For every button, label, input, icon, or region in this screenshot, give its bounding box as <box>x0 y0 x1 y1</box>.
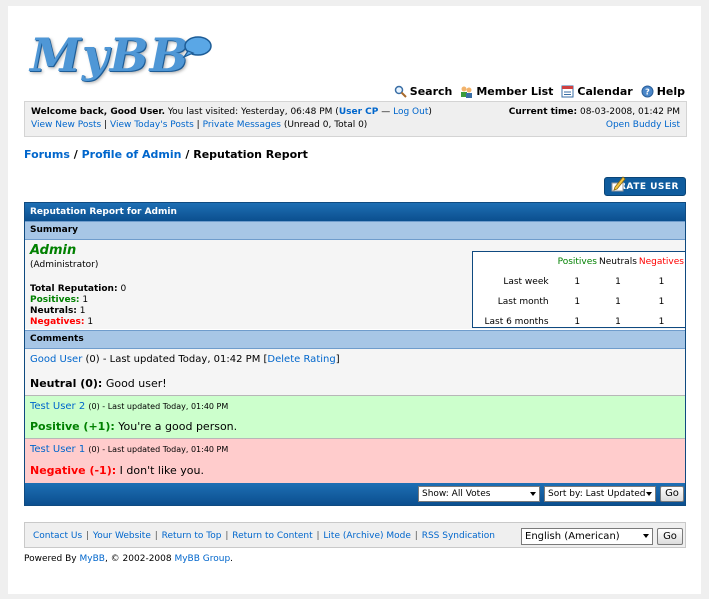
user-name[interactable]: Admin <box>30 243 76 258</box>
stats-row: Last month 1 1 1 <box>497 297 665 307</box>
current-time: Current time: 08-03-2008, 01:42 PM <box>508 107 680 117</box>
private-messages-link[interactable]: Private Messages <box>203 120 281 130</box>
rate-user-button[interactable]: RATE USER <box>604 176 686 196</box>
last-visited-text: You last visited: Yesterday, 06:48 PM ( <box>167 107 339 117</box>
log-out-link[interactable]: Log Out <box>393 107 428 117</box>
comment-text: I don't like you. <box>119 464 204 477</box>
rss-link[interactable]: RSS Syndication <box>422 531 495 541</box>
mybb-link[interactable]: MyBB <box>80 554 105 564</box>
comment-body: Negative (-1): I don't like you. <box>30 464 204 477</box>
breadcrumb-current: Reputation Report <box>193 148 308 161</box>
chevron-down-icon <box>646 492 652 496</box>
language-select[interactable]: English (American) <box>521 528 653 545</box>
comment-user-link[interactable]: Test User 2 <box>30 401 85 412</box>
comment-user-link[interactable]: Good User <box>30 354 82 365</box>
comment-user-link[interactable]: Test User 1 <box>30 444 85 455</box>
footer-bar: Contact Us | Your Website | Return to To… <box>24 522 686 548</box>
view-new-posts-link[interactable]: View New Posts <box>31 120 101 130</box>
powered-by: Powered By MyBB, © 2002-2008 MyBB Group. <box>24 554 234 564</box>
mybb-logo[interactable]: MyBB <box>30 22 220 84</box>
neutrals-count: Neutrals: 1 <box>30 306 86 316</box>
comment-header: Good User (0) - Last updated Today, 01:4… <box>30 354 340 365</box>
go-button[interactable]: Go <box>660 486 684 502</box>
welcome-links: View New Posts | View Today's Posts | Pr… <box>31 120 368 130</box>
your-website-link[interactable]: Your Website <box>93 531 151 541</box>
reputation-stats-table: Positives Neutrals Negatives Last week 1… <box>472 251 686 328</box>
pencil-icon <box>611 176 626 192</box>
chevron-down-icon <box>643 534 649 538</box>
footer-links: Contact Us | Your Website | Return to To… <box>33 531 495 541</box>
sort-by-select[interactable]: Sort by: Last Updated <box>544 486 656 502</box>
stats-row: Last week 1 1 1 <box>503 277 665 287</box>
rating-type: Neutral (0): <box>30 377 103 390</box>
member-list-link[interactable]: Member List <box>460 83 553 99</box>
report-title: Reputation Report for Admin <box>25 203 685 221</box>
comment-item: Test User 1 (0) - Last updated Today, 01… <box>25 439 685 483</box>
mybb-group-link[interactable]: MyBB Group <box>174 554 230 564</box>
comment-body: Neutral (0): Good user! <box>30 377 167 390</box>
help-link[interactable]: ? Help <box>641 83 685 99</box>
summary-section: Admin (Administrator) Total Reputation: … <box>25 240 686 329</box>
return-to-top-link[interactable]: Return to Top <box>162 531 222 541</box>
welcome-panel: Welcome back, Good User. You last visite… <box>24 101 687 137</box>
comment-body: Positive (+1): You're a good person. <box>30 420 237 433</box>
help-icon: ? <box>641 85 654 98</box>
col-positives: Positives <box>557 257 597 267</box>
lite-mode-link[interactable]: Lite (Archive) Mode <box>323 531 411 541</box>
page-container: MyBB Search Member List Calendar ? Help … <box>8 6 701 594</box>
user-cp-link[interactable]: User CP <box>339 107 379 117</box>
top-links: Search Member List Calendar ? Help <box>394 83 685 99</box>
comment-header: Test User 1 (0) - Last updated Today, 01… <box>30 444 229 455</box>
col-neutrals: Neutrals <box>598 257 637 267</box>
comment-header: Test User 2 (0) - Last updated Today, 01… <box>30 401 229 412</box>
rating-type: Negative (-1): <box>30 464 117 477</box>
comment-text: Good user! <box>105 377 167 390</box>
col-negatives: Negatives <box>638 257 684 267</box>
chevron-down-icon <box>530 492 536 496</box>
language-go-button[interactable]: Go <box>657 528 683 545</box>
breadcrumb-profile[interactable]: Profile of Admin <box>82 148 182 161</box>
stats-header-row: Positives Neutrals Negatives <box>473 252 685 272</box>
rating-type: Positive (+1): <box>30 420 115 433</box>
speech-bubble-icon <box>182 36 212 58</box>
welcome-greeting: Welcome back, Good User. <box>31 107 165 117</box>
total-reputation: Total Reputation: 0 <box>30 284 127 294</box>
comments-header: Comments <box>25 330 685 349</box>
delete-rating-link[interactable]: Delete Rating <box>267 354 335 365</box>
calendar-icon <box>561 85 574 98</box>
svg-text:?: ? <box>645 87 650 96</box>
reputation-report-table: Reputation Report for Admin Summary Admi… <box>24 202 686 506</box>
comment-item: Test User 2 (0) - Last updated Today, 01… <box>25 396 685 439</box>
members-icon <box>460 85 473 98</box>
welcome-line: Welcome back, Good User. You last visite… <box>31 107 432 117</box>
calendar-link[interactable]: Calendar <box>561 83 633 99</box>
return-to-content-link[interactable]: Return to Content <box>232 531 312 541</box>
positives-count: Positives: 1 <box>30 295 89 305</box>
negatives-count: Negatives: 1 <box>30 317 94 327</box>
stats-row: Last 6 months 1 1 1 <box>484 317 665 327</box>
summary-header: Summary <box>25 221 685 240</box>
magnifier-icon <box>394 85 407 98</box>
contact-us-link[interactable]: Contact Us <box>33 531 82 541</box>
comment-text: You're a good person. <box>118 420 238 433</box>
breadcrumb: Forums / Profile of Admin / Reputation R… <box>24 148 308 161</box>
open-buddy-list-link[interactable]: Open Buddy List <box>606 120 680 130</box>
view-todays-posts-link[interactable]: View Today's Posts <box>110 120 194 130</box>
user-role: (Administrator) <box>30 260 99 270</box>
comment-item: Good User (0) - Last updated Today, 01:4… <box>25 349 685 396</box>
breadcrumb-forums[interactable]: Forums <box>24 148 70 161</box>
pm-counts: (Unread 0, Total 0) <box>283 120 368 130</box>
search-link[interactable]: Search <box>394 83 452 99</box>
table-footer: Show: All Votes Sort by: Last Updated Go <box>25 483 685 505</box>
show-votes-select[interactable]: Show: All Votes <box>418 486 540 502</box>
